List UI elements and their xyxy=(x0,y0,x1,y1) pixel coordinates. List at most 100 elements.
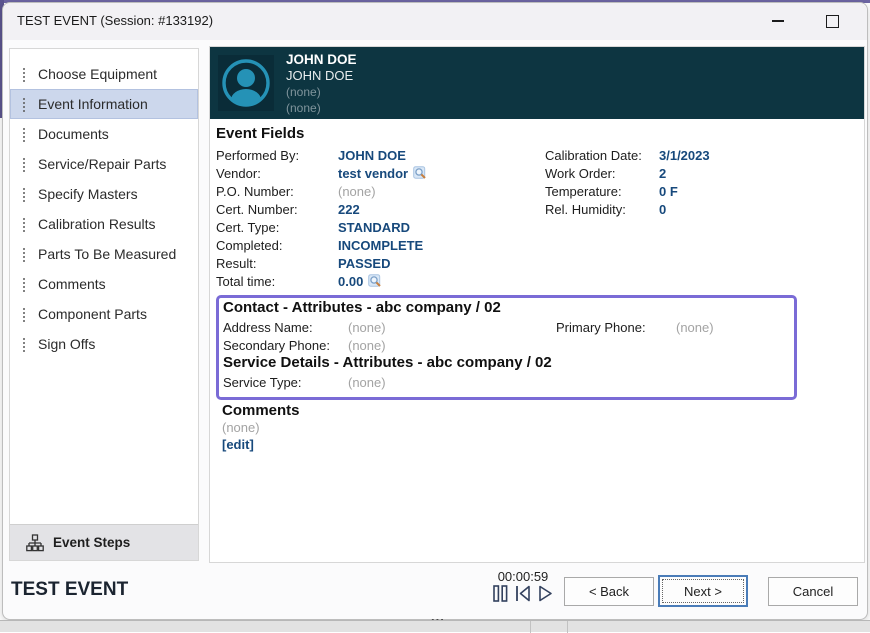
person-line3: (none) xyxy=(286,84,357,100)
sidebar-item-component-parts[interactable]: Component Parts xyxy=(10,299,198,329)
person-name-bold: JOHN DOE xyxy=(286,52,357,68)
event-fields-title: Event Fields xyxy=(216,125,860,142)
title-bar: TEST EVENT (Session: #133192) xyxy=(3,3,867,40)
event-steps-button[interactable]: Event Steps xyxy=(10,524,198,560)
field-value: (none) xyxy=(348,375,386,390)
org-chart-icon xyxy=(26,534,44,552)
view-details-icon[interactable] xyxy=(368,274,382,288)
field-value: (none) xyxy=(338,184,376,199)
sidebar-item-parts-to-be-measured[interactable]: Parts To Be Measured xyxy=(10,239,198,269)
field-value: (none) xyxy=(348,320,386,335)
drag-grip-icon xyxy=(22,307,26,321)
field-row-rel-humidity: Rel. Humidity: 0 xyxy=(545,200,710,218)
drag-grip-icon xyxy=(22,217,26,231)
sidebar-item-label: Comments xyxy=(38,276,106,292)
sidebar-item-specify-masters[interactable]: Specify Masters xyxy=(10,179,198,209)
field-label: Cert. Type: xyxy=(216,220,338,235)
service-details-title: Service Details - Attributes - abc compa… xyxy=(223,354,790,371)
field-value: 3/1/2023 xyxy=(659,148,710,163)
field-value: 0 xyxy=(659,202,666,217)
timer-block: 00:00:59 xyxy=(471,569,575,602)
field-value: test vendor xyxy=(338,166,427,181)
divider xyxy=(530,621,531,633)
skip-to-start-button[interactable] xyxy=(515,585,531,602)
comments-value: (none) xyxy=(222,419,860,436)
steps-sidebar: Choose Equipment Event Information Docum… xyxy=(9,48,199,561)
person-name: JOHN DOE xyxy=(286,68,357,84)
field-label: Work Order: xyxy=(545,166,659,181)
field-row-performed-by: Performed By: JOHN DOE xyxy=(216,146,427,164)
sidebar-item-label: Documents xyxy=(38,126,109,142)
fields-right-column: Calibration Date: 3/1/2023 Work Order: 2… xyxy=(545,146,710,218)
sidebar-item-label: Choose Equipment xyxy=(38,66,157,82)
field-value: 222 xyxy=(338,202,360,217)
sidebar-item-label: Component Parts xyxy=(38,306,147,322)
next-button[interactable]: Next > xyxy=(658,575,748,607)
person-line4: (none) xyxy=(286,100,357,116)
field-label: Temperature: xyxy=(545,184,659,199)
field-label: Calibration Date: xyxy=(545,148,659,163)
play-icon xyxy=(538,585,553,602)
sidebar-item-choose-equipment[interactable]: Choose Equipment xyxy=(10,59,198,89)
drag-grip-icon xyxy=(22,127,26,141)
sidebar-item-service-repair-parts[interactable]: Service/Repair Parts xyxy=(10,149,198,179)
playback-controls xyxy=(471,585,575,602)
field-value: 2 xyxy=(659,166,666,181)
field-label: Total time: xyxy=(216,274,338,289)
sidebar-item-label: Sign Offs xyxy=(38,336,95,352)
drag-grip-icon xyxy=(22,67,26,81)
field-value: PASSED xyxy=(338,256,391,271)
divider xyxy=(567,621,568,633)
field-label: Completed: xyxy=(216,238,338,253)
sidebar-item-calibration-results[interactable]: Calibration Results xyxy=(10,209,198,239)
drag-grip-icon xyxy=(22,97,26,111)
field-label: P.O. Number: xyxy=(216,184,338,199)
field-row-po-number: P.O. Number: (none) xyxy=(216,182,427,200)
skip-to-start-icon xyxy=(515,585,531,602)
sidebar-item-label: Event Information xyxy=(38,96,148,112)
sidebar-item-event-information[interactable]: Event Information xyxy=(10,89,198,119)
drag-grip-icon xyxy=(22,337,26,351)
comments-section: Comments (none) [edit] xyxy=(216,400,860,454)
event-dialog-window: TEST EVENT (Session: #133192) Choose Equ… xyxy=(2,2,868,620)
back-button[interactable]: < Back xyxy=(564,577,654,606)
vendor-value: test vendor xyxy=(338,166,408,181)
play-button[interactable] xyxy=(538,585,553,602)
cancel-button[interactable]: Cancel xyxy=(768,577,858,606)
field-row-result: Result: PASSED xyxy=(216,254,427,272)
view-details-icon[interactable] xyxy=(413,166,427,180)
field-label: Address Name: xyxy=(223,320,348,335)
attr-row-address-name: Address Name: (none) Primary Phone: (non… xyxy=(223,318,790,336)
event-fields-section: Event Fields Performed By: JOHN DOE Vend… xyxy=(210,119,864,454)
field-row-completed: Completed: INCOMPLETE xyxy=(216,236,427,254)
field-row-cert-number: Cert. Number: 222 xyxy=(216,200,427,218)
sidebar-item-label: Specify Masters xyxy=(38,186,138,202)
field-value: INCOMPLETE xyxy=(338,238,423,253)
person-info: JOHN DOE JOHN DOE (none) (none) xyxy=(286,55,357,111)
field-row-vendor: Vendor: test vendor xyxy=(216,164,427,182)
field-label: Primary Phone: xyxy=(556,320,676,335)
field-value: STANDARD xyxy=(338,220,410,235)
contact-attributes-title: Contact - Attributes - abc company / 02 xyxy=(223,299,790,316)
field-row-calibration-date: Calibration Date: 3/1/2023 xyxy=(545,146,710,164)
sidebar-item-comments[interactable]: Comments xyxy=(10,269,198,299)
field-row-work-order: Work Order: 2 xyxy=(545,164,710,182)
session-timer: 00:00:59 xyxy=(471,569,575,584)
comments-title: Comments xyxy=(222,402,860,419)
drag-grip-icon xyxy=(22,247,26,261)
field-row-total-time: Total time: 0.00 xyxy=(216,272,427,290)
field-value: (none) xyxy=(348,338,386,353)
contact-attributes-rows: Address Name: (none) Primary Phone: (non… xyxy=(223,318,790,354)
attributes-highlight-box: Contact - Attributes - abc company / 02 … xyxy=(216,295,797,400)
minimize-icon xyxy=(772,20,784,22)
footer-event-name: TEST EVENT xyxy=(11,579,128,601)
minimize-button[interactable] xyxy=(755,3,801,39)
edit-comments-link[interactable]: [edit] xyxy=(222,436,254,454)
maximize-button[interactable] xyxy=(809,3,855,39)
pause-button[interactable] xyxy=(493,585,508,602)
pause-icon xyxy=(493,585,508,602)
sidebar-item-documents[interactable]: Documents xyxy=(10,119,198,149)
attr-row-primary-phone: Primary Phone: (none) xyxy=(556,318,714,336)
field-label: Vendor: xyxy=(216,166,338,181)
sidebar-item-sign-offs[interactable]: Sign Offs xyxy=(10,329,198,359)
